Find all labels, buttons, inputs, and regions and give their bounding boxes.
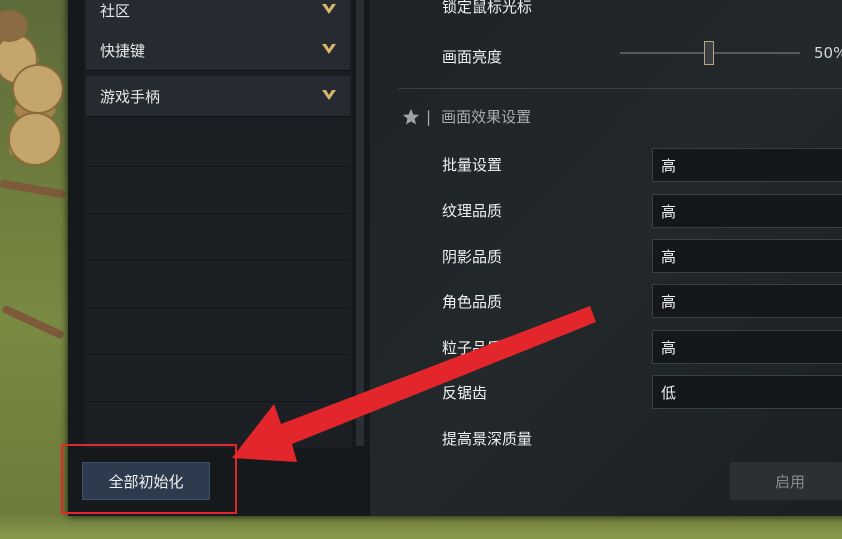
empty-list-row <box>86 308 350 355</box>
chevron-down-icon <box>322 90 336 100</box>
empty-list-row <box>86 402 350 449</box>
apply-button[interactable]: 启用 <box>730 462 842 500</box>
empty-list-row <box>86 167 350 214</box>
category-gamepad[interactable]: 游戏手柄 <box>86 76 350 117</box>
setting-label-texture: 纹理品质 <box>442 202 503 220</box>
grain-sack <box>12 64 64 114</box>
brightness-value: 50% <box>814 44 842 62</box>
highlight-box <box>61 444 237 514</box>
empty-list-row <box>86 355 350 402</box>
setting-label-batch: 批量设置 <box>442 156 503 174</box>
divider <box>398 88 842 89</box>
section-divider-bar: | <box>426 107 432 126</box>
particle-quality-select[interactable]: 高 <box>652 330 842 364</box>
category-community[interactable]: 社区 <box>86 0 350 31</box>
lock-cursor-label: 锁定鼠标光标 <box>442 0 533 16</box>
empty-list-row <box>86 261 350 308</box>
grass-strip <box>0 513 842 539</box>
brightness-label: 画面亮度 <box>442 48 503 66</box>
category-shortcuts[interactable]: 快捷键 <box>86 30 350 71</box>
category-label: 游戏手柄 <box>100 87 161 106</box>
select-value: 高 <box>661 202 677 221</box>
brightness-slider-thumb[interactable] <box>704 41 714 65</box>
setting-label-particle: 粒子品质 <box>442 339 503 357</box>
star-icon <box>402 108 420 125</box>
select-value: 高 <box>661 338 677 357</box>
batch-quality-select[interactable]: 高 <box>652 148 842 182</box>
antialias-select[interactable]: 低 <box>652 375 842 409</box>
empty-list-row <box>86 214 350 261</box>
section-header: | 画面效果设置 <box>402 106 531 127</box>
wooden-fence <box>0 179 67 199</box>
category-panel: 社区 快捷键 游戏手柄 <box>84 0 352 450</box>
chevron-down-icon <box>322 4 336 14</box>
select-value: 高 <box>661 156 677 175</box>
empty-list-row <box>86 120 350 167</box>
shadow-quality-select[interactable]: 高 <box>652 239 842 273</box>
setting-label-shadow: 阴影品质 <box>442 248 503 266</box>
category-label: 快捷键 <box>100 41 146 60</box>
settings-panel: 锁定鼠标光标 画面亮度 50% | 画面效果设置 批量设置 高 纹理品质 高 阴… <box>370 0 842 516</box>
texture-quality-select[interactable]: 高 <box>652 194 842 228</box>
setting-label-antialias: 反锯齿 <box>442 384 488 402</box>
select-value: 高 <box>661 292 677 311</box>
setting-label-character: 角色品质 <box>442 293 503 311</box>
chevron-down-icon <box>322 44 336 54</box>
category-label: 社区 <box>100 1 131 20</box>
scrollbar[interactable] <box>356 0 364 446</box>
grain-sack <box>8 112 62 166</box>
wooden-fence <box>1 304 65 340</box>
section-title: 画面效果设置 <box>441 108 532 126</box>
settings-window: 社区 快捷键 游戏手柄 锁定鼠标光标 画面亮度 50% | 画面效果设置 <box>68 0 842 516</box>
select-value: 低 <box>661 383 677 402</box>
setting-label-dof: 提高景深质量 <box>442 430 533 448</box>
character-quality-select[interactable]: 高 <box>652 284 842 318</box>
select-value: 高 <box>661 247 677 266</box>
